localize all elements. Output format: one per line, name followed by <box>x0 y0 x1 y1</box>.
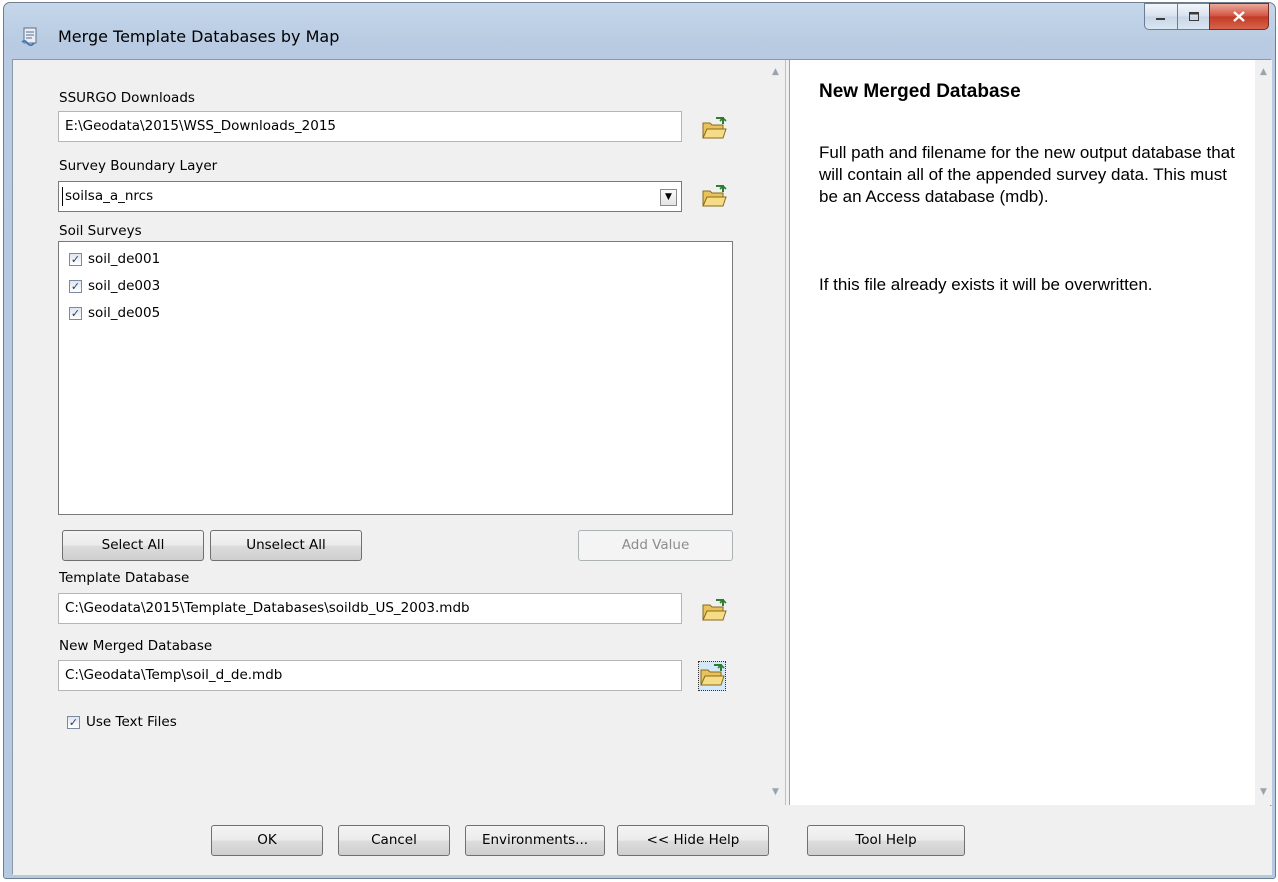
scroll-down-icon[interactable]: ▼ <box>1255 784 1272 801</box>
window-title: Merge Template Databases by Map <box>58 27 340 46</box>
list-item-label: soil_de003 <box>88 278 161 294</box>
help-title: New Merged Database <box>819 81 1021 102</box>
title-bar[interactable]: Merge Template Databases by Map <box>4 3 1275 59</box>
add-value-button[interactable]: Add Value <box>578 530 733 561</box>
select-all-button[interactable]: Select All <box>62 530 204 561</box>
scroll-down-icon[interactable]: ▼ <box>767 784 784 801</box>
survey-boundary-value: soilsa_a_nrcs <box>65 188 154 204</box>
parameters-pane: SSURGO Downloads E:\Geodata\2015\WSS_Dow… <box>13 60 786 805</box>
unselect-all-button[interactable]: Unselect All <box>210 530 362 561</box>
open-folder-icon <box>702 117 727 139</box>
maximize-icon <box>1188 11 1199 21</box>
close-icon <box>1233 11 1245 22</box>
ok-button[interactable]: OK <box>211 825 323 856</box>
environments-button[interactable]: Environments... <box>465 825 605 856</box>
help-overwrite-note: If this file already exists it will be o… <box>819 275 1153 294</box>
list-item-label: soil_de005 <box>88 305 161 321</box>
ssurgo-downloads-input[interactable]: E:\Geodata\2015\WSS_Downloads_2015 <box>58 111 682 142</box>
template-database-label: Template Database <box>59 570 190 586</box>
soil-surveys-label: Soil Surveys <box>59 223 142 239</box>
hide-help-button[interactable]: << Hide Help <box>617 825 769 856</box>
list-item[interactable]: ✓ soil_de001 <box>69 249 160 269</box>
ssurgo-label: SSURGO Downloads <box>59 90 195 106</box>
boundary-browse-button[interactable] <box>700 182 728 212</box>
checkbox[interactable]: ✓ <box>69 306 82 320</box>
dialog-button-bar: OK Cancel Environments... << Hide Help T… <box>13 806 1272 875</box>
parameters-scrollbar[interactable]: ▲ ▼ <box>767 60 784 805</box>
open-folder-icon <box>702 599 727 621</box>
close-button[interactable] <box>1209 3 1269 30</box>
minimize-icon <box>1156 17 1165 20</box>
minimize-button[interactable] <box>1144 3 1177 30</box>
dialog-client: SSURGO Downloads E:\Geodata\2015\WSS_Dow… <box>12 59 1272 875</box>
open-folder-icon <box>700 664 725 686</box>
survey-boundary-select[interactable]: soilsa_a_nrcs ▼ <box>58 181 682 212</box>
list-item-label: soil_de001 <box>88 251 161 267</box>
dialog-window: Merge Template Databases by Map SSURGO D… <box>3 2 1276 879</box>
scroll-up-icon[interactable]: ▲ <box>1255 64 1272 81</box>
template-browse-button[interactable] <box>700 596 728 626</box>
tool-help-button[interactable]: Tool Help <box>807 825 965 856</box>
checkbox[interactable]: ✓ <box>69 252 82 266</box>
use-text-files-label: Use Text Files <box>86 714 177 730</box>
list-item[interactable]: ✓ soil_de003 <box>69 276 160 296</box>
list-item[interactable]: ✓ soil_de005 <box>69 303 160 323</box>
help-description: Full path and filename for the new outpu… <box>819 143 1235 206</box>
merged-database-input[interactable]: C:\Geodata\Temp\soil_d_de.mdb <box>58 660 682 691</box>
help-pane: New Merged Database Full path and filena… <box>789 60 1272 805</box>
ssurgo-browse-button[interactable] <box>700 114 728 144</box>
use-text-files-checkbox[interactable]: ✓ <box>67 715 80 729</box>
script-tool-icon <box>20 25 42 47</box>
merged-browse-button[interactable] <box>698 661 726 691</box>
use-text-files-option[interactable]: ✓ Use Text Files <box>67 712 177 732</box>
boundary-layer-label: Survey Boundary Layer <box>59 158 218 174</box>
open-folder-icon <box>702 185 727 207</box>
text-cursor <box>62 187 63 206</box>
chevron-down-icon[interactable]: ▼ <box>660 189 677 206</box>
merged-database-label: New Merged Database <box>59 638 213 654</box>
cancel-button[interactable]: Cancel <box>338 825 450 856</box>
checkbox[interactable]: ✓ <box>69 279 82 293</box>
caption-buttons <box>1144 3 1269 30</box>
maximize-button[interactable] <box>1177 3 1209 30</box>
scroll-up-icon[interactable]: ▲ <box>767 64 784 81</box>
template-database-input[interactable]: C:\Geodata\2015\Template_Databases\soild… <box>58 593 682 624</box>
soil-surveys-list[interactable]: ✓ soil_de001 ✓ soil_de003 ✓ soil_de005 <box>58 241 733 515</box>
help-scrollbar[interactable]: ▲ ▼ <box>1255 60 1272 805</box>
